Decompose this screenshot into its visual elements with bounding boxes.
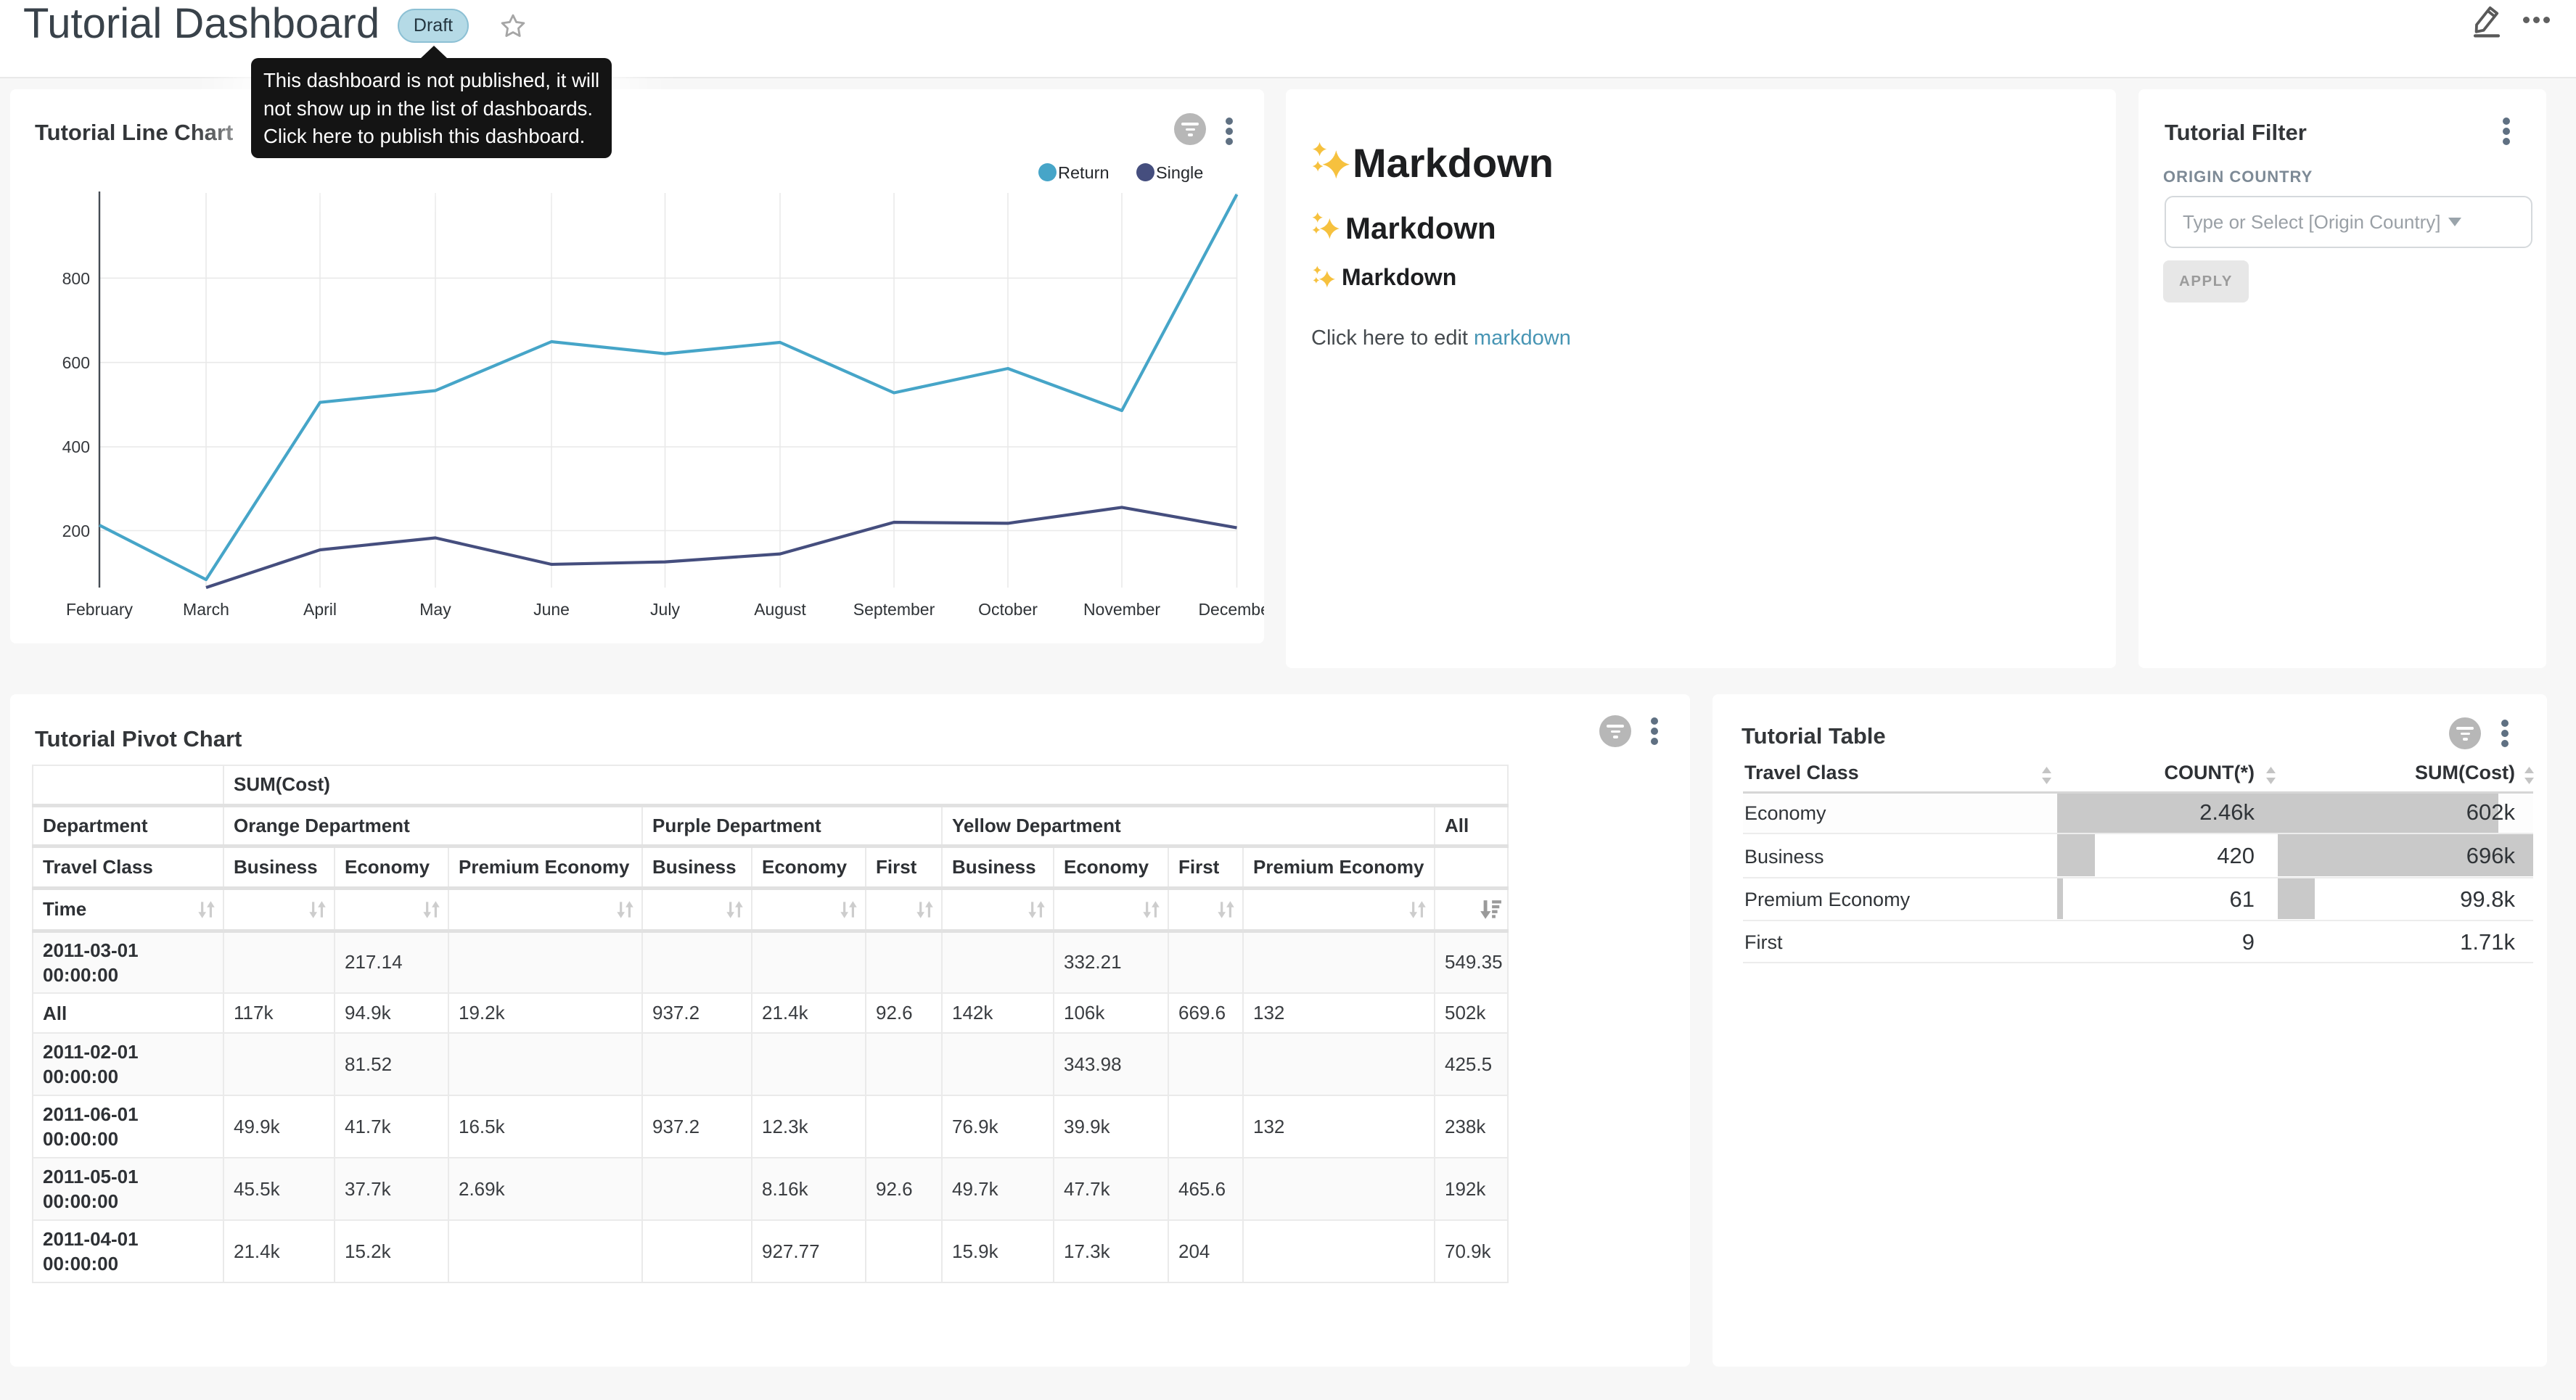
- svg-text:June: June: [533, 600, 570, 619]
- svg-text:July: July: [650, 600, 680, 619]
- svg-text:Return: Return: [1058, 163, 1109, 182]
- svg-text:October: October: [978, 600, 1038, 619]
- svg-text:September: September: [853, 600, 935, 619]
- svg-text:800: 800: [62, 269, 90, 288]
- svg-text:November: November: [1083, 600, 1160, 619]
- svg-text:200: 200: [62, 522, 90, 540]
- svg-text:February: February: [66, 600, 134, 619]
- svg-text:April: April: [303, 600, 337, 619]
- svg-text:March: March: [183, 600, 229, 619]
- svg-text:December: December: [1198, 600, 1264, 619]
- svg-text:May: May: [419, 600, 451, 619]
- svg-text:600: 600: [62, 353, 90, 372]
- svg-text:Single: Single: [1156, 163, 1203, 182]
- svg-text:August: August: [754, 600, 806, 619]
- svg-text:400: 400: [62, 437, 90, 456]
